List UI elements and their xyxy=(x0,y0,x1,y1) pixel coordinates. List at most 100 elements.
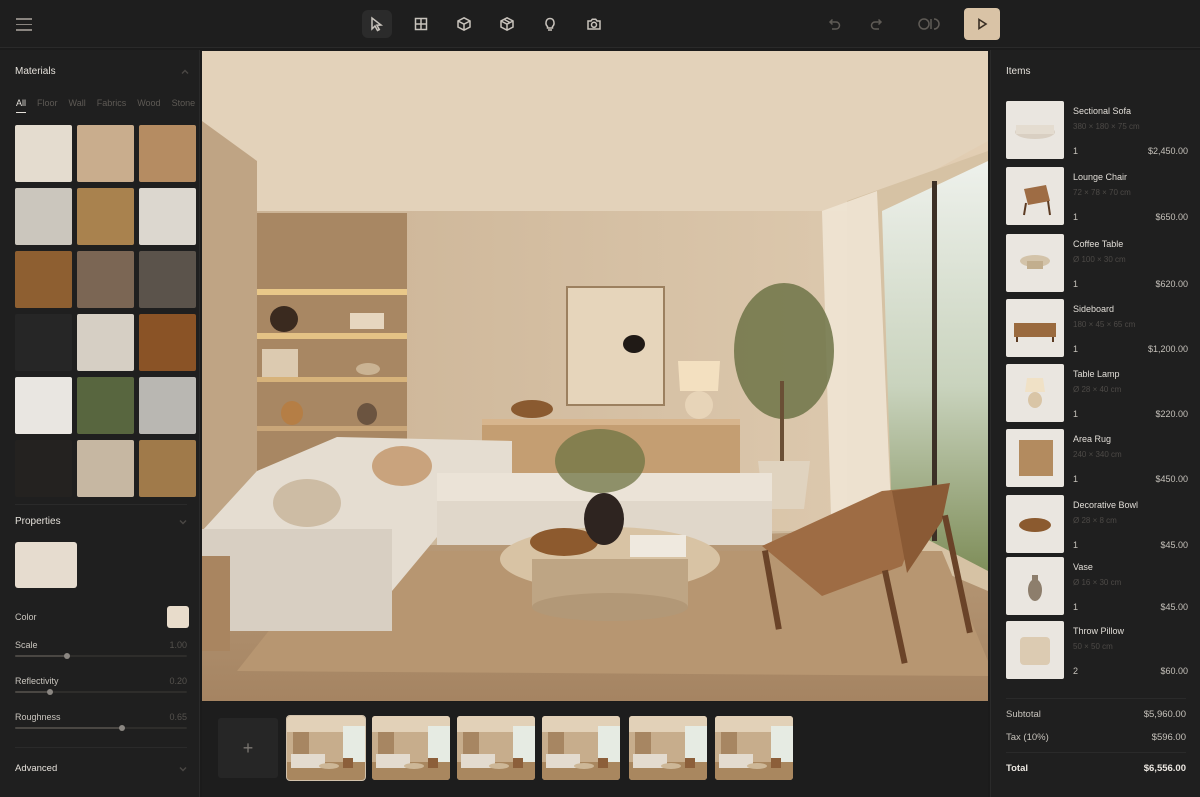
undo-button[interactable] xyxy=(819,10,849,38)
material-swatch[interactable] xyxy=(77,440,134,497)
item-price: $2,450.00 xyxy=(1147,146,1188,156)
reflectivity-slider[interactable] xyxy=(15,689,187,695)
total-row: Total $6,556.00 xyxy=(1006,763,1186,774)
redo-icon xyxy=(870,18,883,30)
reflectivity-slider-handle[interactable] xyxy=(47,689,53,695)
item-price: $1,200.00 xyxy=(1147,344,1188,354)
item-dimensions: Ø 28 × 8 cm xyxy=(1073,516,1117,525)
item-thumbnail xyxy=(1006,234,1064,292)
material-swatch[interactable] xyxy=(77,188,134,245)
item-price: $650.00 xyxy=(1155,212,1188,222)
material-swatch[interactable] xyxy=(15,125,72,182)
material-swatch[interactable] xyxy=(15,188,72,245)
list-item[interactable]: Decorative Bowl Ø 28 × 8 cm 1 $45.00 xyxy=(1006,495,1188,555)
material-swatch[interactable] xyxy=(15,440,72,497)
scene-view-thumbnail[interactable] xyxy=(715,716,793,780)
item-price: $45.00 xyxy=(1160,540,1188,550)
material-swatch[interactable] xyxy=(77,125,134,182)
tab-all[interactable]: All xyxy=(16,98,27,113)
object-tool-button[interactable] xyxy=(449,10,479,38)
list-item[interactable]: Coffee Table Ø 100 × 30 cm 1 $620.00 xyxy=(1006,234,1188,294)
tab-wall[interactable]: Wall xyxy=(69,98,86,113)
render-play-button[interactable] xyxy=(964,8,1000,40)
item-thumbnail xyxy=(1006,621,1064,679)
subtotal-value: $5,960.00 xyxy=(1143,709,1186,720)
scene-view-thumbnail[interactable] xyxy=(542,716,620,780)
advanced-section-title[interactable]: Advanced xyxy=(15,763,57,774)
left-panel: Materials All Floor Wall Fabrics Wood St… xyxy=(0,50,200,797)
material-swatch[interactable] xyxy=(139,251,196,308)
roughness-slider[interactable] xyxy=(15,725,187,731)
item-quantity: 1 xyxy=(1073,409,1079,419)
materials-collapse-icon[interactable] xyxy=(180,67,190,77)
items-title: Items xyxy=(1006,66,1031,77)
material-swatch[interactable] xyxy=(77,377,134,434)
list-item[interactable]: Vase Ø 16 × 30 cm 1 $45.00 xyxy=(1006,557,1188,617)
scale-property: Scale 1.00 xyxy=(15,640,187,659)
redo-button[interactable] xyxy=(862,10,892,38)
advanced-expand-icon[interactable] xyxy=(178,764,188,774)
list-item[interactable]: Sectional Sofa 380 × 180 × 75 cm 1 $2,450.0… xyxy=(1006,101,1188,161)
material-swatch[interactable] xyxy=(77,314,134,371)
item-dimensions: 50 × 50 cm xyxy=(1073,642,1113,651)
tab-stone[interactable]: Stone xyxy=(172,98,196,113)
item-name: Table Lamp xyxy=(1073,369,1120,379)
selected-material-preview[interactable] xyxy=(15,542,77,588)
item-quantity: 1 xyxy=(1073,474,1079,484)
scene-view-thumbnail[interactable] xyxy=(286,715,366,781)
item-price: $620.00 xyxy=(1155,279,1188,289)
list-item[interactable]: Area Rug 240 × 340 cm 1 $450.00 xyxy=(1006,429,1188,489)
cube-icon xyxy=(457,16,471,32)
item-thumbnail xyxy=(1006,167,1064,225)
ar-view-toggle[interactable] xyxy=(912,10,946,38)
scale-slider[interactable] xyxy=(15,653,187,659)
material-swatch[interactable] xyxy=(139,377,196,434)
item-thumbnail xyxy=(1006,101,1064,159)
add-view-button[interactable]: + xyxy=(218,718,278,778)
tab-fabrics[interactable]: Fabrics xyxy=(97,98,127,113)
material-swatch[interactable] xyxy=(15,314,72,371)
material-swatch[interactable] xyxy=(139,125,196,182)
item-dimensions: Ø 16 × 30 cm xyxy=(1073,578,1122,587)
tab-wood[interactable]: Wood xyxy=(137,98,160,113)
material-swatch[interactable] xyxy=(139,188,196,245)
scene-view-thumbnail[interactable] xyxy=(457,716,535,780)
color-picker-swatch[interactable] xyxy=(167,606,189,628)
camera-icon xyxy=(587,18,601,30)
tab-floor[interactable]: Floor xyxy=(37,98,58,113)
item-quantity: 1 xyxy=(1073,146,1079,156)
material-swatch[interactable] xyxy=(139,440,196,497)
scene-view-thumbnail[interactable] xyxy=(629,716,707,780)
layout-tool-button[interactable] xyxy=(406,10,436,38)
item-thumbnail xyxy=(1006,429,1064,487)
material-swatch[interactable] xyxy=(77,251,134,308)
3d-view-tool-button[interactable] xyxy=(492,10,522,38)
list-item[interactable]: Sideboard 180 × 45 × 65 cm 1 $1,200.00 xyxy=(1006,299,1188,359)
menu-icon[interactable] xyxy=(14,14,34,34)
material-swatch[interactable] xyxy=(15,251,72,308)
3d-viewport[interactable] xyxy=(202,51,988,701)
item-quantity: 1 xyxy=(1073,212,1079,222)
thumbnail-image xyxy=(629,716,707,780)
list-item[interactable]: Throw Pillow 50 × 50 cm 2 $60.00 xyxy=(1006,621,1188,681)
item-name: Area Rug xyxy=(1073,434,1112,444)
item-price: $45.00 xyxy=(1160,602,1188,612)
item-thumbnail xyxy=(1006,557,1064,615)
scene-view-thumbnail[interactable] xyxy=(372,716,450,780)
thumbnail-image xyxy=(715,716,793,780)
item-dimensions: 72 × 78 × 70 cm xyxy=(1073,188,1131,197)
cursor-icon xyxy=(371,16,384,32)
camera-tool-button[interactable] xyxy=(579,10,609,38)
select-tool-button[interactable] xyxy=(362,10,392,38)
total-value: $6,556.00 xyxy=(1143,763,1186,774)
roughness-slider-handle[interactable] xyxy=(119,725,125,731)
material-swatch[interactable] xyxy=(139,314,196,371)
room-render xyxy=(202,51,988,701)
material-swatch[interactable] xyxy=(15,377,72,434)
scale-slider-handle[interactable] xyxy=(64,653,70,659)
play-icon xyxy=(978,18,988,30)
list-item[interactable]: Lounge Chair 72 × 78 × 70 cm 1 $650.00 xyxy=(1006,167,1188,227)
list-item[interactable]: Table Lamp Ø 28 × 40 cm 1 $220.00 xyxy=(1006,364,1188,424)
properties-collapse-icon[interactable] xyxy=(178,517,188,527)
lighting-tool-button[interactable] xyxy=(535,10,565,38)
